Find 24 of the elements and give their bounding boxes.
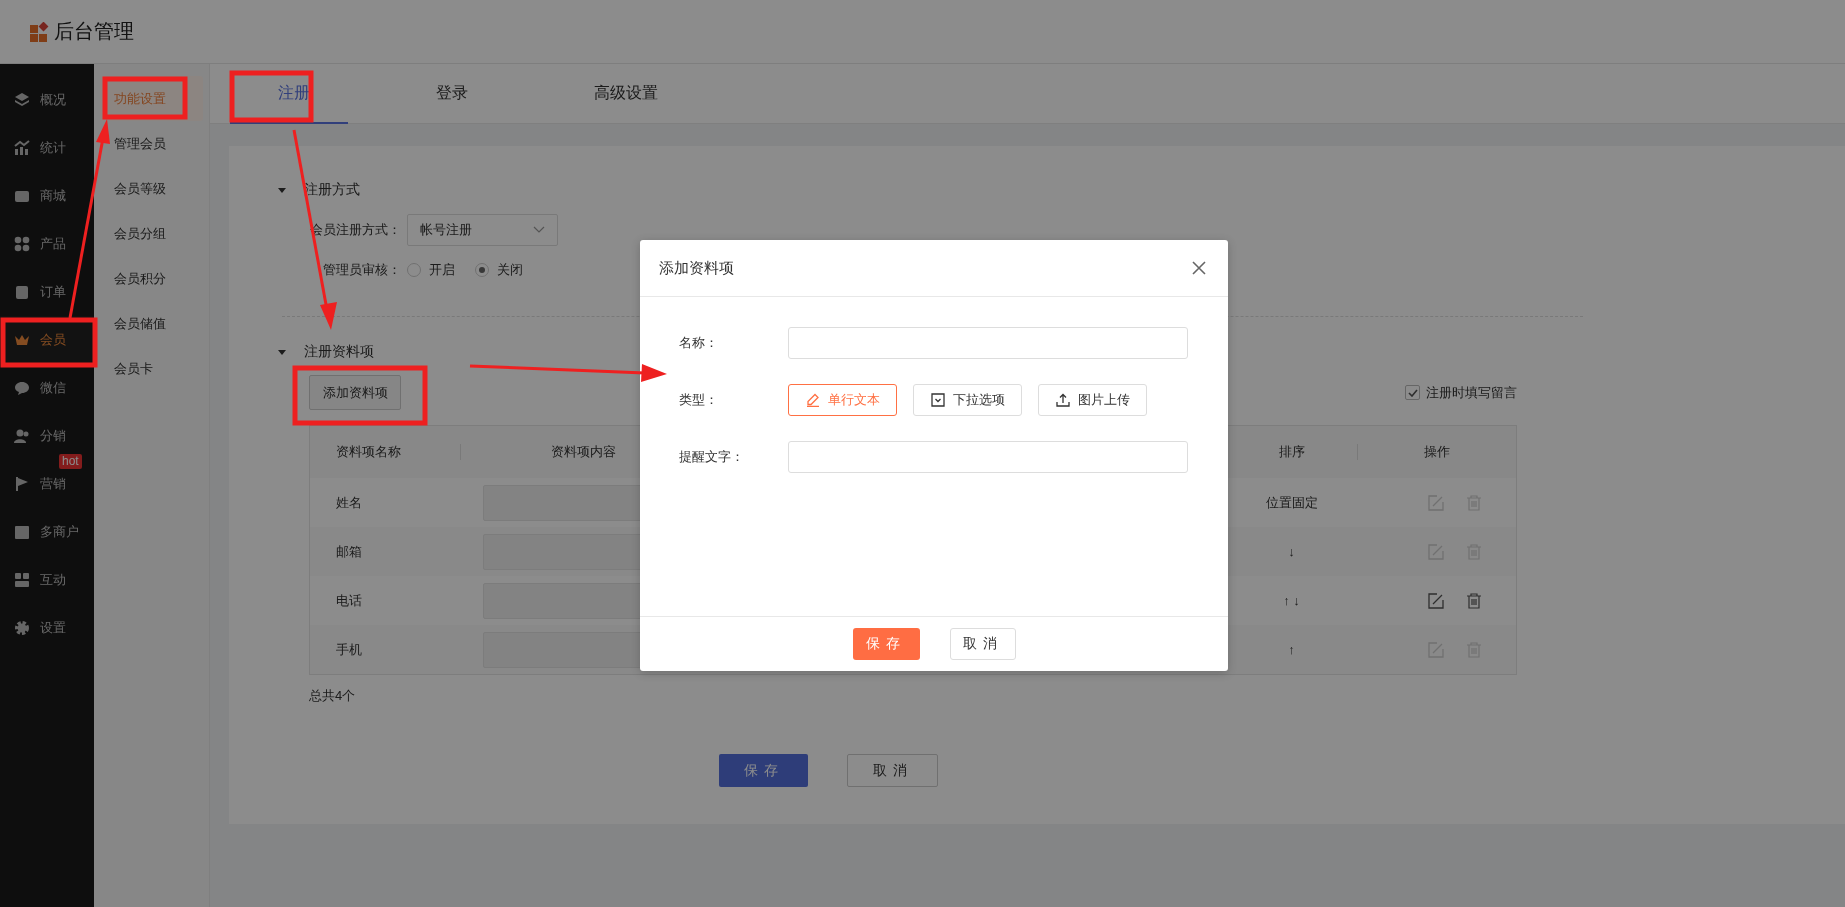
sort-cell-text: 位置固定 bbox=[1264, 493, 1319, 512]
column-header: 排序 bbox=[1225, 426, 1358, 478]
field-label: 名称： bbox=[678, 334, 719, 352]
table-cell-text: 邮箱 bbox=[335, 542, 363, 561]
sort-cell-text: ↓ bbox=[1287, 543, 1296, 561]
sort-cell-text: ↑ bbox=[1287, 641, 1296, 659]
hot-badge: hot bbox=[59, 454, 82, 469]
column-header: 操作 bbox=[1423, 443, 1451, 461]
section-title: 注册资料项 bbox=[304, 343, 374, 361]
field-label: 管理员审核： bbox=[322, 261, 402, 279]
total-count: 总共4个 bbox=[309, 687, 357, 705]
sort-cell-text: ↑ ↓ bbox=[1282, 592, 1301, 610]
column-header: 资料项名称 bbox=[310, 426, 461, 478]
field-label: 提醒文字： bbox=[678, 448, 745, 466]
radio-label: 关闭 bbox=[497, 261, 523, 279]
table-cell-text: 姓名 bbox=[335, 493, 363, 512]
radio-label: 开启 bbox=[429, 261, 455, 279]
table-cell-text: 手机 bbox=[335, 640, 363, 659]
app-title: 后台管理 bbox=[54, 19, 134, 44]
table-cell-text: 电话 bbox=[335, 591, 363, 610]
field-label: 类型： bbox=[678, 391, 719, 409]
dialog-title: 添加资料项 bbox=[659, 258, 734, 278]
checkbox-label: 注册时填写留言 bbox=[1426, 383, 1517, 402]
column-header: 资料项内容 bbox=[550, 443, 616, 461]
